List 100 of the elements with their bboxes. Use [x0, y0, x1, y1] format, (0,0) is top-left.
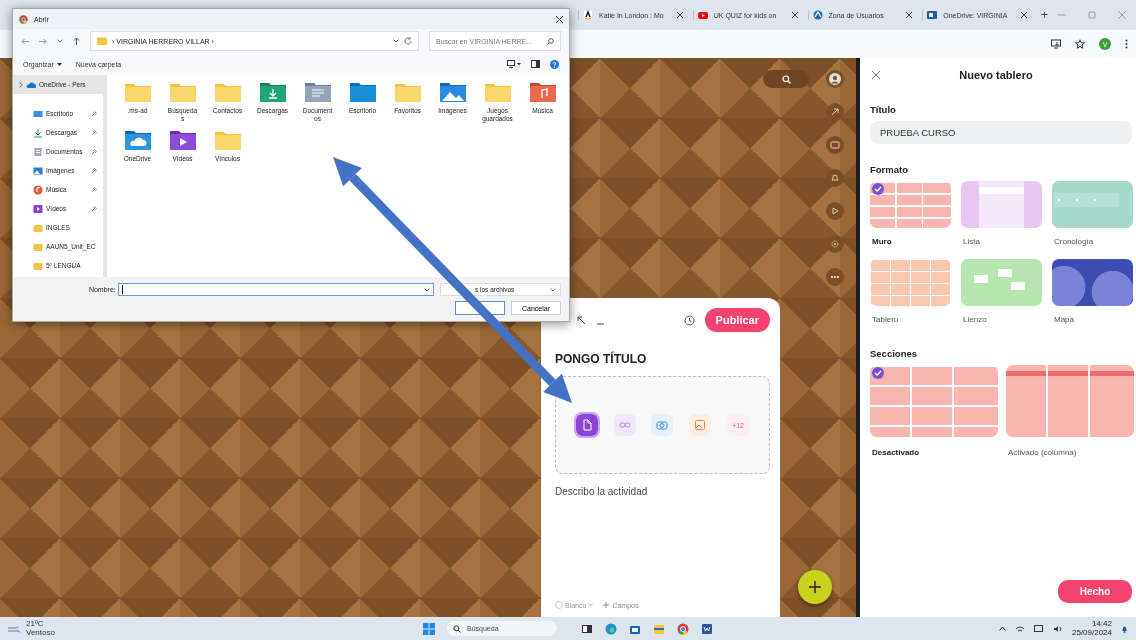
pin-icon [91, 129, 97, 136]
panel-title: Nuevo tablero [958, 69, 1034, 81]
chevron-down-icon[interactable] [57, 39, 63, 43]
clock-time: 14:42 [1091, 619, 1112, 629]
clock-icon[interactable] [683, 314, 695, 326]
plus-icon [809, 581, 821, 593]
document-icon [33, 146, 43, 157]
section-heading: Título [870, 104, 897, 115]
close-icon[interactable] [676, 12, 683, 18]
pin-icon [91, 148, 97, 155]
share-icon[interactable] [829, 106, 841, 118]
help-icon[interactable] [550, 59, 559, 69]
folder-icon [97, 37, 107, 45]
chevron-down-icon[interactable] [393, 39, 399, 43]
forward-icon[interactable] [39, 37, 47, 45]
comment-icon[interactable] [829, 139, 841, 151]
pin-icon [91, 205, 97, 212]
option-label: Desactivado [872, 448, 921, 457]
check-circle-icon [872, 183, 884, 195]
view-icon[interactable] [507, 60, 521, 68]
back-icon[interactable] [21, 37, 29, 45]
weather-text: Ventoso [26, 628, 55, 638]
option-label: Cronología [1054, 237, 1095, 246]
clock-date: 25/09/2024 [1071, 628, 1112, 638]
folder-icon[interactable] [653, 622, 665, 635]
search-icon [453, 624, 461, 633]
pin-icon [91, 110, 97, 117]
avatar-icon[interactable] [829, 73, 841, 85]
up-icon[interactable] [73, 37, 80, 45]
cloud-folder-icon[interactable] [124, 128, 151, 151]
format-option[interactable] [870, 181, 951, 228]
new-tab-button[interactable]: + [1037, 8, 1052, 22]
close-icon[interactable] [556, 15, 563, 23]
publish-button[interactable]: Publicar [704, 308, 770, 332]
square-logo-icon [927, 10, 938, 20]
title-input[interactable]: PRUEBA CURSO [870, 121, 1132, 144]
pin-icon [91, 186, 97, 193]
app-icon[interactable] [581, 622, 593, 635]
section-option[interactable] [1006, 365, 1134, 437]
letter-logo-icon [583, 10, 593, 20]
word-icon[interactable] [701, 622, 713, 635]
option-label: Activado (columna) [1008, 448, 1078, 457]
plus-icon [603, 602, 610, 608]
done-button[interactable]: Hecho [1058, 580, 1132, 603]
chevron-down-icon [424, 287, 430, 292]
download-folder-icon[interactable] [259, 81, 286, 103]
pin-icon [91, 167, 97, 174]
bell-icon[interactable] [1121, 624, 1128, 633]
star-icon[interactable] [1075, 39, 1085, 49]
network-icon[interactable] [1014, 624, 1025, 633]
camera-icon[interactable] [656, 419, 669, 431]
option-label: Mapa [1054, 315, 1075, 324]
picture-folder-icon[interactable] [439, 81, 466, 103]
file-icon[interactable] [580, 419, 593, 431]
install-icon[interactable] [1051, 39, 1061, 49]
option-label: Lista [963, 237, 981, 246]
video-folder-icon[interactable] [169, 128, 196, 151]
play-icon [697, 10, 708, 20]
image-icon[interactable] [694, 419, 707, 431]
caret-icon [56, 62, 62, 66]
settings-icon[interactable] [829, 238, 841, 250]
speaker-icon[interactable] [1052, 624, 1063, 633]
close-icon[interactable] [1021, 12, 1027, 18]
music-icon [33, 184, 43, 195]
chevron-up-icon[interactable] [998, 626, 1006, 631]
browser-icon[interactable] [605, 622, 617, 635]
play-icon[interactable] [829, 205, 841, 217]
option-label: Lienzo [963, 315, 988, 324]
video-icon [33, 203, 43, 214]
chevron-right-icon [19, 81, 23, 88]
check-circle-icon [872, 367, 884, 379]
chrome-icon [19, 14, 28, 24]
add-button[interactable] [798, 570, 832, 604]
download-icon [33, 127, 43, 138]
format-option[interactable] [1052, 259, 1133, 306]
bell-icon[interactable] [829, 172, 841, 184]
desktop-folder-icon[interactable] [349, 81, 376, 103]
display-icon[interactable] [1033, 624, 1044, 633]
section-heading: Formato [870, 164, 909, 175]
preview-pane-icon[interactable] [531, 60, 540, 68]
chevron-down-icon [550, 287, 556, 292]
close-icon[interactable] [791, 12, 798, 18]
search-icon [781, 74, 791, 84]
circle-logo-icon [812, 10, 823, 20]
more-icon[interactable] [1125, 39, 1128, 49]
document-folder-icon[interactable] [304, 81, 331, 103]
start-icon[interactable] [423, 622, 435, 635]
filename-field[interactable] [117, 283, 434, 296]
close-icon[interactable] [906, 12, 913, 18]
folder-icon [33, 241, 43, 252]
option-label: Tablero [872, 315, 900, 324]
chrome-icon[interactable] [677, 622, 689, 635]
arrow-icon[interactable] [577, 315, 586, 325]
refresh-icon[interactable] [404, 37, 412, 45]
folder-icon [33, 222, 43, 233]
folder-icon [33, 260, 43, 271]
description-text: Describo la actividad [555, 486, 649, 497]
music-folder-icon[interactable] [529, 81, 556, 103]
search-button[interactable] [763, 70, 809, 88]
temperature-text: 21ºC [26, 619, 45, 629]
